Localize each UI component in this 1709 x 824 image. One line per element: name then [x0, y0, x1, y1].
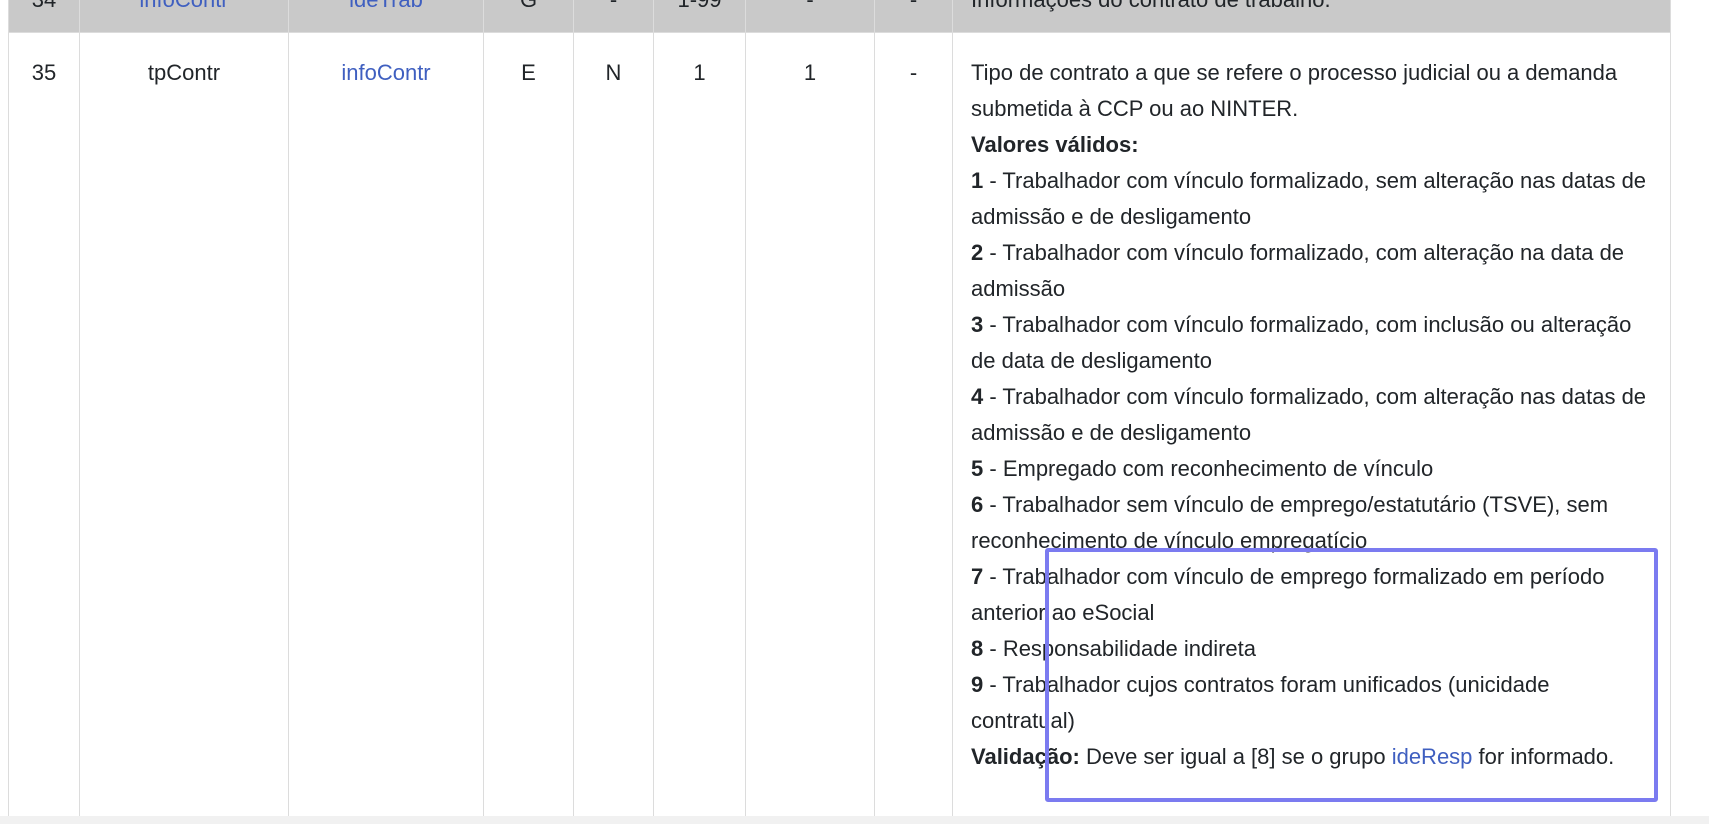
value-text: Trabalhador com vínculo formalizado, com…: [971, 312, 1632, 373]
element-cell: N: [573, 32, 654, 824]
type-cell: G: [484, 0, 573, 18]
value-code: 5: [971, 456, 984, 481]
value-separator: -: [983, 384, 1003, 409]
validation-text-after: for informado.: [1472, 744, 1615, 769]
parent-group-link[interactable]: ideTrab: [349, 0, 423, 12]
description-cell: Informações do contrato de trabalho.: [971, 0, 1652, 18]
value-separator: -: [983, 168, 1003, 193]
field-name: tpContr: [79, 32, 289, 824]
value-text: Empregado com reconhecimento de vínculo: [1002, 456, 1434, 481]
value-text: Trabalhador com vínculo de emprego forma…: [971, 564, 1605, 625]
value-code: 3: [971, 312, 984, 337]
value-separator: -: [983, 636, 1003, 661]
type-cell: E: [483, 32, 574, 824]
value-text: Trabalhador com vínculo formalizado, com…: [971, 384, 1647, 445]
value-separator: -: [983, 456, 1003, 481]
bottom-divider: [0, 816, 1709, 824]
value-code: 1: [971, 168, 984, 193]
value-code: 8: [971, 636, 984, 661]
value-text: Trabalhador cujos contratos foram unific…: [971, 672, 1550, 733]
list-item: 3 - Trabalhador com vínculo formalizado,…: [971, 307, 1652, 379]
value-text: Trabalhador com vínculo formalizado, com…: [971, 240, 1625, 301]
value-separator: -: [983, 492, 1003, 517]
row-number: 34: [9, 0, 79, 18]
field-name-link[interactable]: infoContr: [139, 0, 228, 12]
value-separator: -: [983, 240, 1003, 265]
value-code: 4: [971, 384, 984, 409]
list-item: 5 - Empregado com reconhecimento de vínc…: [971, 451, 1652, 487]
layout-table: 34 infoContr ideTrab G - 1-99 - - Inform…: [8, 0, 1671, 824]
value-separator: -: [983, 312, 1003, 337]
decimal-cell: -: [874, 32, 953, 824]
value-text: Responsabilidade indireta: [1002, 636, 1256, 661]
ideresp-link[interactable]: ideResp: [1392, 744, 1473, 769]
value-separator: -: [983, 672, 1003, 697]
list-item: 4 - Trabalhador com vínculo formalizado,…: [971, 379, 1652, 451]
list-item: 7 - Trabalhador com vínculo de emprego f…: [971, 559, 1652, 631]
list-item: 8 - Responsabilidade indireta: [971, 631, 1652, 667]
value-code: 2: [971, 240, 984, 265]
element-cell: -: [574, 0, 653, 18]
size-cell: -: [746, 0, 874, 18]
validation-label: Validação:: [971, 744, 1080, 769]
description-cell: Tipo de contrato a que se refere o proce…: [952, 32, 1671, 824]
list-item: 1 - Trabalhador com vínculo formalizado,…: [971, 163, 1652, 235]
list-item: 6 - Trabalhador sem vínculo de emprego/e…: [971, 487, 1652, 559]
value-code: 7: [971, 564, 984, 589]
row-number: 35: [8, 32, 80, 824]
value-text: Trabalhador sem vínculo de emprego/estat…: [971, 492, 1609, 553]
valid-values-label: Valores válidos:: [971, 132, 1139, 157]
table-row: 35 tpContr infoContr E N 1 1 - Tipo de c…: [8, 32, 1671, 824]
description-intro: Tipo de contrato a que se refere o proce…: [971, 60, 1618, 121]
page: 34 infoContr ideTrab G - 1-99 - - Inform…: [0, 0, 1709, 824]
value-text: Trabalhador com vínculo formalizado, sem…: [971, 168, 1647, 229]
size-cell: 1: [745, 32, 875, 824]
table-row: 34 infoContr ideTrab G - 1-99 - - Inform…: [8, 0, 1671, 33]
list-item: 2 - Trabalhador com vínculo formalizado,…: [971, 235, 1652, 307]
validation-text-before: Deve ser igual a [8] se o grupo: [1079, 744, 1392, 769]
value-code: 6: [971, 492, 984, 517]
valid-values-list: 1 - Trabalhador com vínculo formalizado,…: [971, 163, 1652, 739]
occurrence-cell: 1-99: [654, 0, 745, 18]
validation-note: Validação: Deve ser igual a [8] se o gru…: [971, 739, 1652, 775]
list-item: 9 - Trabalhador cujos contratos foram un…: [971, 667, 1652, 739]
occurrence-cell: 1: [653, 32, 746, 824]
decimal-cell: -: [875, 0, 952, 18]
parent-group-link[interactable]: infoContr: [341, 60, 430, 85]
value-separator: -: [983, 564, 1003, 589]
value-code: 9: [971, 672, 984, 697]
